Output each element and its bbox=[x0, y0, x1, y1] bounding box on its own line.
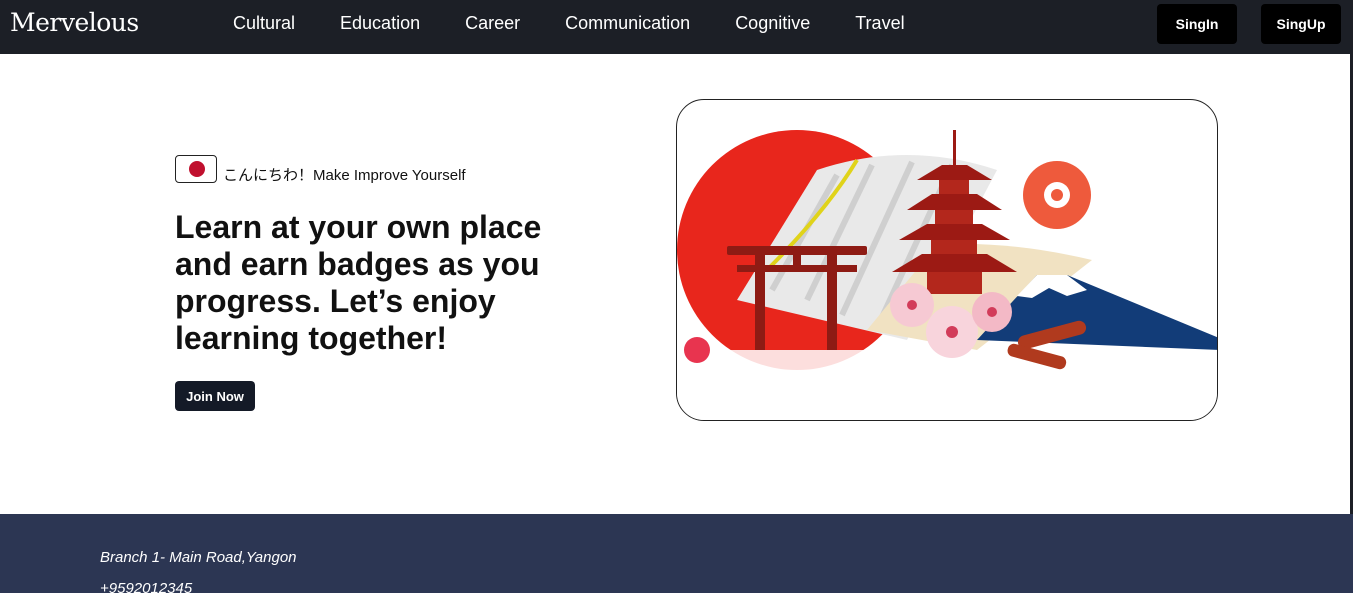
nav-link-cognitive[interactable]: Cognitive bbox=[735, 13, 810, 34]
flag-sun-dot bbox=[189, 161, 205, 177]
hero-headline: Learn at your own place and earn badges … bbox=[175, 209, 542, 356]
nav-link-cultural[interactable]: Cultural bbox=[233, 13, 295, 34]
nav-links: Cultural Education Career Communication … bbox=[233, 13, 950, 34]
signin-button[interactable]: SingIn bbox=[1157, 4, 1237, 44]
signup-button[interactable]: SingUp bbox=[1261, 4, 1341, 44]
japan-flag-icon bbox=[175, 155, 217, 183]
site-footer: Branch 1- Main Road,Yangon +9592012345 bbox=[0, 514, 1353, 593]
footer-phone: +9592012345 bbox=[100, 580, 193, 593]
greeting-text: こんにちわ！Make Improve Yourself bbox=[223, 167, 466, 184]
nav-link-education[interactable]: Education bbox=[340, 13, 420, 34]
top-navbar: Mervelous Cultural Education Career Comm… bbox=[0, 0, 1353, 54]
nav-link-travel[interactable]: Travel bbox=[855, 13, 904, 34]
join-now-button[interactable]: Join Now bbox=[175, 381, 255, 411]
illustration-svg bbox=[677, 130, 1217, 420]
hero-text: こんにちわ！Make Improve Yourself Learn at you… bbox=[175, 155, 595, 411]
nav-link-communication[interactable]: Communication bbox=[565, 13, 690, 34]
japan-culture-illustration bbox=[676, 99, 1218, 421]
water-reflection bbox=[677, 350, 1217, 420]
brand-logo[interactable]: Mervelous bbox=[10, 8, 139, 37]
footer-address: Branch 1- Main Road,Yangon bbox=[100, 549, 297, 566]
greeting-row: こんにちわ！Make Improve Yourself bbox=[175, 155, 595, 184]
crest-emblem-shape bbox=[1023, 161, 1091, 229]
nav-link-career[interactable]: Career bbox=[465, 13, 520, 34]
